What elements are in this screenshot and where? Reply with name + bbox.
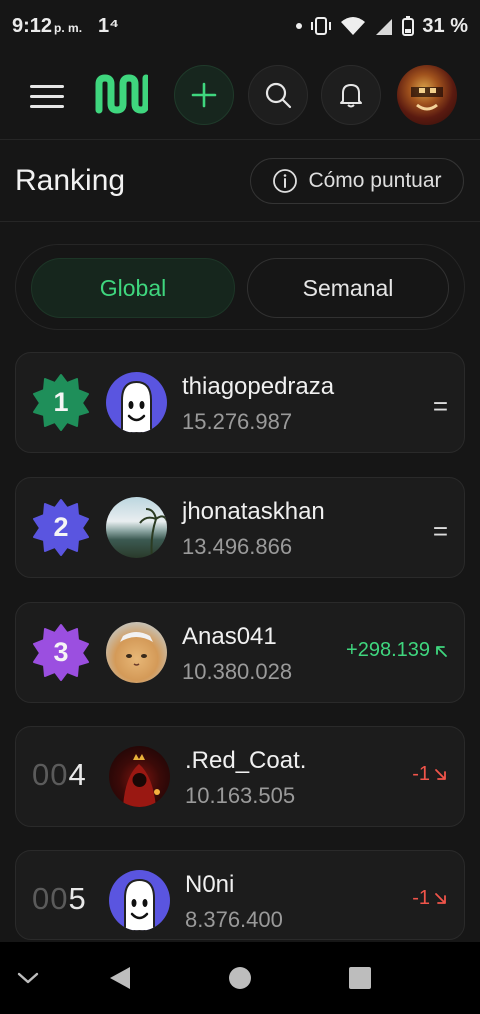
home-circle-icon — [229, 967, 251, 989]
signal-icon — [376, 19, 393, 35]
username: jhonataskhan — [182, 498, 325, 525]
system-navigation-bar — [0, 942, 480, 1014]
back-triangle-icon — [110, 967, 130, 989]
battery-level: 31 % — [422, 14, 468, 37]
how-to-score-button[interactable]: Cómo puntuar — [250, 158, 464, 204]
ghost-avatar[interactable] — [106, 372, 167, 433]
rank-change-value: -1 — [412, 887, 430, 909]
rank-change-down: -1 — [412, 763, 448, 786]
chevron-down-icon — [17, 972, 39, 984]
rank-position-prefix: 00 — [32, 881, 69, 916]
rank-number: 1 — [53, 386, 69, 417]
rank-badge: 1 — [32, 373, 90, 431]
status-ampm: p. m. — [54, 20, 83, 35]
notification-dot-icon — [296, 23, 303, 29]
home-button[interactable] — [218, 942, 262, 1014]
search-button[interactable] — [248, 65, 308, 125]
ranking-tabs: Global Semanal — [15, 244, 465, 330]
profile-picture-icon — [411, 87, 443, 111]
score: 10.380.028 — [182, 659, 293, 684]
arrow-down-right-icon — [435, 768, 446, 780]
rank-number: 2 — [53, 511, 69, 542]
tab-global[interactable]: Global — [31, 258, 235, 318]
hamburger-icon[interactable] — [30, 85, 64, 109]
ranking-row[interactable]: 2 jhonataskhan 13.496.866 = — [15, 477, 465, 578]
red-coat-avatar[interactable] — [109, 746, 170, 807]
score: 10.163.505 — [185, 783, 296, 808]
username: Anas041 — [182, 623, 277, 650]
ranking-row[interactable]: 004 .Red_Coat. 10.163.505 -1 — [15, 726, 465, 827]
ranking-row[interactable]: 1 thiagopedraza 15.276.987 = — [15, 352, 465, 453]
username: thiagopedraza — [182, 373, 335, 400]
rank-position-number: 5 — [68, 881, 87, 916]
ghost-icon — [124, 878, 155, 931]
cat-photo-avatar[interactable] — [106, 622, 167, 683]
username: N0ni — [185, 871, 235, 898]
search-icon — [265, 82, 292, 109]
app-logo-icon[interactable] — [94, 74, 148, 114]
rank-badge: 3 — [32, 623, 90, 681]
recents-button[interactable] — [338, 942, 382, 1014]
ranking-row[interactable]: 3 Anas041 10.380.028 +298.139 — [15, 602, 465, 703]
ghost-avatar[interactable] — [109, 870, 170, 931]
ranking-row[interactable]: 005 N0ni 8.376.400 -1 — [15, 850, 465, 940]
page-title: Ranking — [15, 164, 126, 197]
tab-weekly[interactable]: Semanal — [247, 258, 449, 318]
rank-change-equal: = — [432, 391, 448, 421]
palm-tree-icon — [139, 508, 167, 558]
beach-photo-avatar[interactable] — [106, 497, 167, 558]
vibrate-icon — [311, 17, 332, 35]
rank-position-number: 4 — [68, 757, 87, 792]
score: 13.496.866 — [182, 534, 293, 559]
cat-icon — [120, 632, 153, 666]
rank-position: 005 — [32, 881, 87, 917]
wifi-icon — [341, 17, 366, 35]
status-time-group: 9:12 p. m. 1⁴ — [12, 15, 119, 38]
arrow-down-right-icon — [435, 892, 446, 904]
rank-change-down: -1 — [412, 887, 448, 910]
how-to-score-label: Cómo puntuar — [308, 169, 442, 192]
rank-badge: 2 — [32, 498, 90, 556]
status-extra: 1⁴ — [98, 14, 120, 37]
bell-icon — [340, 84, 362, 108]
add-button[interactable] — [174, 65, 234, 125]
status-icons: 31 % — [296, 15, 468, 38]
info-icon — [273, 169, 298, 193]
plus-icon — [191, 82, 217, 108]
username: .Red_Coat. — [185, 747, 307, 774]
top-app-bar — [0, 52, 480, 140]
notifications-button[interactable] — [321, 65, 381, 125]
profile-avatar[interactable] — [397, 65, 457, 125]
status-bar: 9:12 p. m. 1⁴ 31 % — [0, 0, 480, 52]
hooded-figure-icon — [123, 754, 160, 807]
page-header: Ranking Cómo puntuar — [0, 140, 480, 222]
rank-change-up: +298.139 — [346, 639, 448, 662]
rank-position-prefix: 00 — [32, 757, 69, 792]
battery-icon — [402, 16, 415, 36]
recents-square-icon — [349, 967, 371, 989]
rank-change-value: +298.139 — [346, 639, 430, 661]
back-button[interactable] — [98, 942, 142, 1014]
arrow-up-left-icon — [436, 645, 447, 657]
collapse-button[interactable] — [8, 942, 48, 1014]
status-time: 9:12 — [12, 14, 53, 37]
score: 15.276.987 — [182, 409, 293, 434]
rank-change-equal: = — [432, 516, 448, 546]
score: 8.376.400 — [185, 907, 283, 932]
rank-position: 004 — [32, 757, 87, 793]
ghost-icon — [121, 380, 152, 433]
rank-number: 3 — [53, 636, 69, 667]
rank-change-value: -1 — [412, 763, 430, 785]
